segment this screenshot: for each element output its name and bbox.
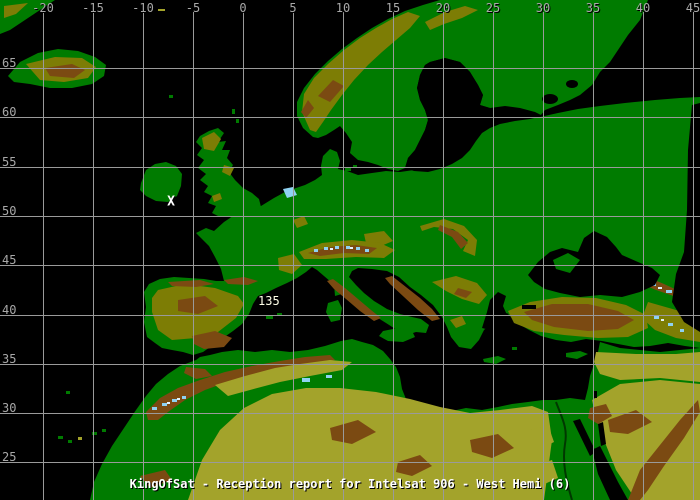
lon-tick-label: -5 bbox=[186, 2, 200, 14]
terrain-map-image bbox=[0, 0, 700, 500]
gridline-vertical bbox=[443, 12, 444, 500]
lon-tick-label: 20 bbox=[436, 2, 450, 14]
gridline-vertical bbox=[343, 12, 344, 500]
lat-tick-label: 60 bbox=[2, 106, 16, 118]
ireland bbox=[140, 162, 182, 202]
gridline-vertical bbox=[43, 12, 44, 500]
lon-tick-label: 40 bbox=[636, 2, 650, 14]
crete bbox=[483, 356, 506, 364]
lon-tick-label: 10 bbox=[336, 2, 350, 14]
lon-tick-label: 0 bbox=[239, 2, 246, 14]
lake-ladoga bbox=[542, 94, 558, 104]
sea-of-marmara bbox=[522, 305, 536, 309]
dead-sea bbox=[594, 391, 597, 398]
shetland bbox=[232, 109, 235, 114]
canary-islands bbox=[58, 436, 63, 439]
lat-tick-label: 50 bbox=[2, 205, 16, 217]
map-caption: KingOfSat - Reception report for Intelsa… bbox=[130, 477, 571, 491]
beam-value-label: 135 bbox=[258, 295, 280, 307]
lon-tick-label: 30 bbox=[536, 2, 550, 14]
lon-tick-label: 15 bbox=[386, 2, 400, 14]
gridline-vertical bbox=[643, 12, 644, 500]
lat-tick-label: 25 bbox=[2, 451, 16, 463]
gridline-vertical bbox=[93, 12, 94, 500]
lake-onega bbox=[566, 80, 578, 88]
gridline-vertical bbox=[293, 12, 294, 500]
faroe bbox=[169, 95, 173, 98]
gridline-horizontal bbox=[0, 413, 700, 414]
gridline-horizontal bbox=[0, 364, 700, 365]
cyprus bbox=[566, 351, 588, 359]
madeira bbox=[66, 391, 70, 394]
gridline-horizontal bbox=[0, 462, 700, 463]
gridline-horizontal bbox=[0, 68, 700, 69]
lat-tick-label: 40 bbox=[2, 304, 16, 316]
lon-tick-label: -15 bbox=[82, 2, 104, 14]
lon-tick-label: 45 bbox=[686, 2, 700, 14]
lon-tick-label: 35 bbox=[586, 2, 600, 14]
gridline-vertical bbox=[193, 12, 194, 500]
lon-tick-label: -10 bbox=[132, 2, 154, 14]
lat-tick-label: 35 bbox=[2, 353, 16, 365]
map-artifact bbox=[158, 9, 165, 11]
lat-tick-label: 55 bbox=[2, 156, 16, 168]
lat-tick-label: 65 bbox=[2, 57, 16, 69]
reception-marker: X bbox=[167, 196, 175, 209]
gridline-vertical bbox=[593, 12, 594, 500]
gridline-vertical bbox=[143, 12, 144, 500]
gridline-vertical bbox=[393, 12, 394, 500]
lat-tick-label: 45 bbox=[2, 254, 16, 266]
reception-map: -20 -15 -10 -5 0 5 10 15 20 25 30 35 40 45 65 60 55 50 45 4… bbox=[0, 0, 700, 500]
gridline-horizontal bbox=[0, 315, 700, 316]
gridline-horizontal bbox=[0, 117, 700, 118]
gridline-horizontal bbox=[0, 265, 700, 266]
lon-tick-label: 5 bbox=[289, 2, 296, 14]
gridline-vertical bbox=[693, 12, 694, 500]
lon-tick-label: -20 bbox=[32, 2, 54, 14]
sardinia bbox=[326, 300, 342, 322]
lon-tick-label: 25 bbox=[486, 2, 500, 14]
gridline-horizontal bbox=[0, 167, 700, 168]
gridline-horizontal bbox=[0, 216, 700, 217]
gridline-vertical bbox=[243, 12, 244, 500]
gridline-vertical bbox=[493, 12, 494, 500]
gridline-vertical bbox=[543, 12, 544, 500]
lat-tick-label: 30 bbox=[2, 402, 16, 414]
